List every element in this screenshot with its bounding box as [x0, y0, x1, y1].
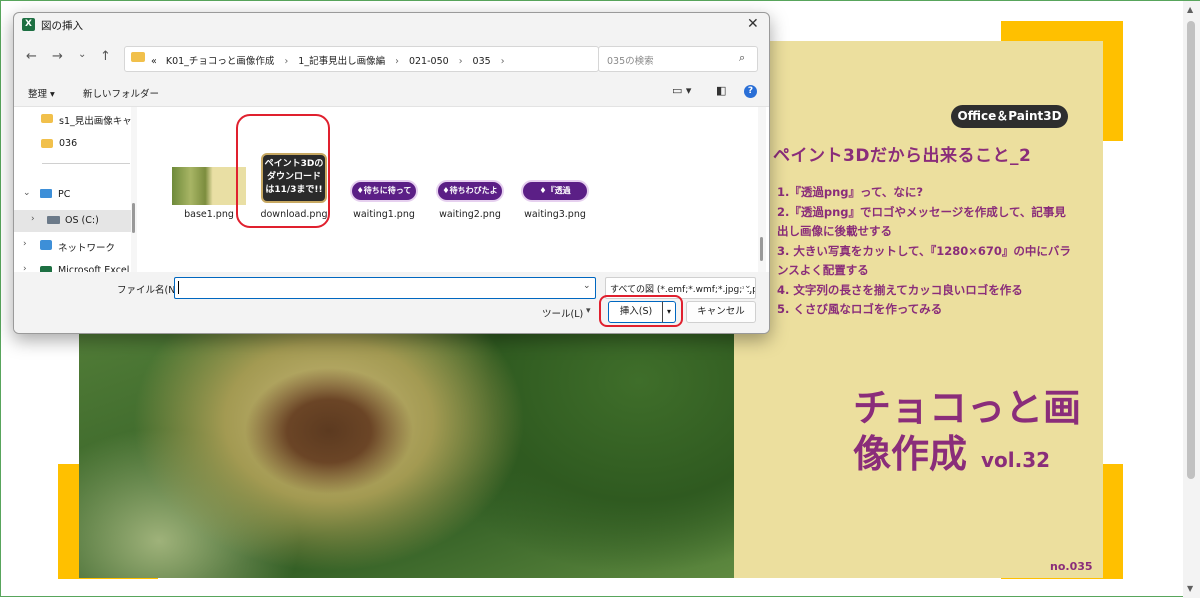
slide-list-item: 4. 文字列の長さを揃えてカッコ良いロゴを作る — [777, 282, 1023, 297]
nav-row: ← → ⌄ ↑ « K01_チョコっと画像作成 › 1_記事見出し画像編 › 0… — [14, 44, 769, 72]
breadcrumb-sep[interactable]: › — [284, 56, 288, 67]
chevron-down-icon[interactable]: ⌄ — [583, 281, 591, 291]
search-input[interactable]: 035の検索 — [607, 53, 654, 67]
breadcrumb-sep[interactable]: › — [501, 56, 505, 67]
sidebar-item-network[interactable]: › ネットワーク — [14, 235, 132, 257]
highlight-insert-button — [599, 295, 683, 327]
file-name: waiting1.png — [353, 209, 415, 220]
breadcrumb-item[interactable]: K01_チョコっと画像作成 — [166, 56, 275, 67]
file-thumbnail: ♦待ちに待ってた!♦ — [350, 180, 418, 213]
scroll-down-icon[interactable]: ▼ — [1187, 584, 1193, 593]
page-scroll-thumb[interactable] — [1187, 21, 1195, 479]
filename-label: ファイル名(N): — [117, 285, 183, 296]
network-icon — [40, 240, 52, 250]
folder-icon — [41, 139, 53, 148]
breadcrumb-overflow[interactable]: « — [151, 56, 157, 67]
slide-list-item: 3. 大きい写真をカットして、『1280×670』の中にバランスよく配置する — [777, 243, 1071, 278]
big-title-line2: 像作成 vol.32 — [853, 431, 1081, 483]
big-title-line2-text: 像作成 — [853, 432, 968, 476]
search-box[interactable]: 035の検索 ⌕ — [598, 46, 758, 72]
sidebar-item-label: ネットワーク — [58, 243, 116, 254]
drive-icon — [47, 216, 60, 224]
organize-menu[interactable]: 整理 ▾ — [28, 86, 55, 100]
chevron-right-icon[interactable]: › — [31, 214, 35, 224]
filename-input[interactable]: ⌄ — [174, 277, 596, 299]
office-paint3d-badge: Office＆Paint3D — [951, 105, 1068, 128]
sidebar-item-label: PC — [58, 189, 71, 200]
slide-list: 1.『透過png』って、なに? 2.『透過png』でロゴやメッセージを作成して、… — [777, 183, 1077, 320]
recent-locations-icon[interactable]: ⌄ — [78, 49, 86, 60]
nav-scrollbar[interactable] — [131, 107, 137, 272]
slide-list-item: 1.『透過png』って、なに? — [777, 185, 924, 199]
back-arrow-icon[interactable]: ← — [26, 49, 37, 64]
forward-arrow-icon[interactable]: → — [52, 49, 63, 64]
folder-icon — [131, 52, 145, 62]
breadcrumb-item[interactable]: 1_記事見出し画像編 — [298, 56, 385, 67]
sidebar-item-label: 036 — [59, 138, 78, 149]
sidebar-item-label: s1_見出画像キャプ — [59, 116, 132, 127]
text-caret — [178, 281, 179, 294]
chevron-down-icon[interactable]: ⌄ — [23, 188, 31, 198]
preview-pane-icon[interactable]: ◧ — [716, 84, 726, 97]
address-bar[interactable]: « K01_チョコっと画像作成 › 1_記事見出し画像編 › 021-050 ›… — [124, 46, 688, 72]
file-type-value: すべての図 (*.emf;*.wmf;*.jpg;*.jpeg — [610, 285, 756, 295]
chevron-right-icon[interactable]: › — [23, 239, 27, 249]
dialog-title: 図の挿入 — [41, 20, 83, 32]
nav-divider — [42, 163, 130, 164]
tools-menu[interactable]: ツール(L) — [542, 306, 583, 320]
sidebar-item-os-c[interactable]: › OS (C:) — [14, 210, 132, 232]
new-folder-button[interactable]: 新しいフォルダー — [83, 86, 159, 100]
number-label: no.035 — [1050, 560, 1093, 573]
navigation-pane: s1_見出画像キャプ 036 ⌄ PC › OS (C:) › ネットワーク — [14, 107, 137, 276]
search-icon[interactable]: ⌕ — [739, 51, 745, 65]
dialog-titlebar[interactable]: X 図の挿入 ✕ — [14, 13, 769, 37]
pc-icon — [40, 189, 52, 198]
up-arrow-icon[interactable]: ↑ — [100, 49, 111, 64]
command-bar: 整理 ▾ 新しいフォルダー ▭ ▾ ◧ ? — [14, 81, 769, 105]
file-thumbnail: ♦『透過png』!!!♦ — [521, 180, 589, 213]
slide-list-item: 5. くさび風なロゴを作ってみる — [777, 302, 943, 316]
browser-content: s1_見出画像キャプ 036 ⌄ PC › OS (C:) › ネットワーク — [14, 106, 769, 276]
nav-scroll-thumb[interactable] — [132, 203, 135, 233]
vol-label: vol.32 — [981, 448, 1051, 472]
view-options-icon[interactable]: ▭ ▾ — [672, 84, 691, 97]
file-name: waiting3.png — [524, 209, 586, 220]
breadcrumb-item[interactable]: 021-050 — [409, 56, 449, 67]
file-list-scroll-thumb[interactable] — [760, 237, 763, 261]
excel-app-icon: X — [22, 18, 35, 31]
breadcrumb-sep[interactable]: › — [395, 56, 399, 67]
highlight-download-file — [236, 114, 330, 228]
breadcrumb: « K01_チョコっと画像作成 › 1_記事見出し画像編 › 021-050 ›… — [151, 53, 512, 67]
close-icon[interactable]: ✕ — [747, 16, 759, 32]
big-title-line1: チョコっと画 — [853, 386, 1082, 430]
sidebar-item-036[interactable]: 036 — [14, 133, 132, 155]
file-name: waiting2.png — [439, 209, 501, 220]
slide-list-item: 2.『透過png』でロゴやメッセージを作成して、記事見出し画像に後載せする — [777, 204, 1066, 239]
scroll-up-icon[interactable]: ▲ — [1187, 5, 1193, 14]
help-icon[interactable]: ? — [744, 85, 757, 98]
breadcrumb-item[interactable]: 035 — [473, 56, 491, 67]
folder-icon — [41, 114, 53, 123]
slide-heading: ペイント3Dだから出来ること_2 — [773, 146, 1032, 166]
cancel-button[interactable]: キャンセル — [686, 301, 756, 323]
sidebar-item-pc[interactable]: ⌄ PC — [14, 184, 132, 206]
sidebar-item-s1-folder[interactable]: s1_見出画像キャプ — [14, 108, 132, 130]
insert-picture-dialog: X 図の挿入 ✕ ← → ⌄ ↑ « K01_チョコっと画像作成 › 1_記事見… — [13, 12, 770, 334]
breadcrumb-sep[interactable]: › — [459, 56, 463, 67]
file-thumbnail: ♦待ちわびたよ~!♦ — [436, 180, 504, 213]
chevron-down-icon[interactable]: ⌄ — [744, 281, 752, 291]
sidebar-item-label: OS (C:) — [65, 215, 99, 226]
file-thumbnail — [172, 167, 246, 205]
big-title: チョコっと画 像作成 vol.32 — [853, 385, 1081, 483]
tools-dropdown-icon[interactable]: ▾ — [586, 306, 591, 316]
